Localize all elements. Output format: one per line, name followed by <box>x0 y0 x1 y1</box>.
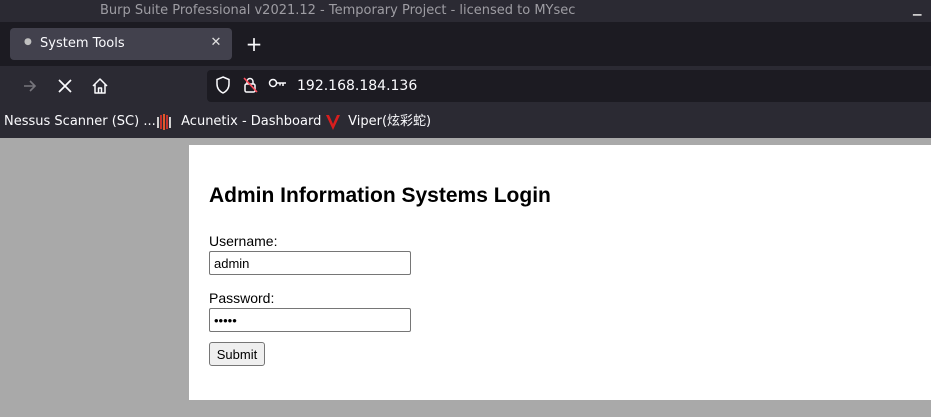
bookmark-nessus-scanner[interactable]: Nessus Scanner (SC) ... <box>4 113 156 131</box>
tracking-protection-shield-icon[interactable] <box>213 76 233 96</box>
tab-strip: ● System Tools ✕ + <box>0 22 931 66</box>
tab-system-tools[interactable]: ● System Tools ✕ <box>10 28 232 60</box>
username-label: Username: <box>209 233 278 249</box>
bookmark-label: Viper(炫彩蛇) <box>348 114 432 129</box>
window-titlebar: Burp Suite Professional v2021.12 - Tempo… <box>0 0 931 22</box>
page-viewport: Admin Information Systems Login Username… <box>0 138 931 417</box>
insecure-lock-icon[interactable] <box>240 76 260 96</box>
address-bar[interactable]: 192.168.184.136 <box>207 70 931 102</box>
password-label: Password: <box>209 290 275 306</box>
key-permissions-icon[interactable] <box>268 76 288 96</box>
navigation-toolbar: 192.168.184.136 <box>0 66 931 106</box>
stop-loading-icon[interactable] <box>52 74 78 98</box>
close-tab-icon[interactable]: ✕ <box>209 34 223 52</box>
bookmark-viper[interactable]: Viper(炫彩蛇) <box>325 113 431 131</box>
acunetix-logo-icon <box>156 113 174 137</box>
bookmark-acunetix-dashboard[interactable]: Acunetix - Dashboard <box>156 113 321 131</box>
bookmarks-toolbar: Nessus Scanner (SC) ... Acunetix - Dashb… <box>0 106 931 138</box>
new-tab-icon[interactable]: + <box>243 30 265 58</box>
bookmark-label: Nessus Scanner (SC) ... <box>4 114 156 129</box>
home-icon[interactable] <box>87 74 113 98</box>
submit-button[interactable]: Submit <box>209 342 265 366</box>
url-text[interactable]: 192.168.184.136 <box>297 77 417 95</box>
bookmark-label: Acunetix - Dashboard <box>181 114 322 129</box>
window-title: Burp Suite Professional v2021.12 - Tempo… <box>100 3 576 18</box>
viper-logo-icon <box>325 113 341 137</box>
minimize-icon[interactable]: ▁ <box>913 4 923 15</box>
tab-title: System Tools <box>40 36 125 51</box>
login-panel: Admin Information Systems Login Username… <box>189 145 931 400</box>
forward-arrow-icon[interactable] <box>17 74 43 98</box>
page-title: Admin Information Systems Login <box>209 184 551 207</box>
username-field[interactable] <box>209 251 411 275</box>
loading-dot-icon: ● <box>24 37 32 47</box>
password-field[interactable] <box>209 308 411 332</box>
